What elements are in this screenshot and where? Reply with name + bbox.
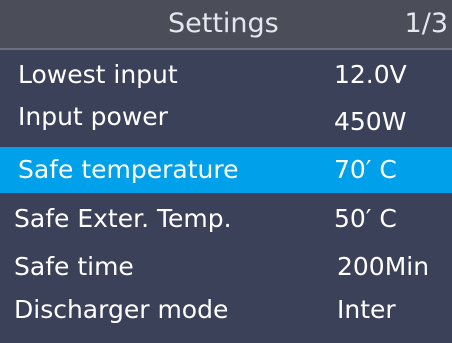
page-indicator: 1/3 (404, 8, 448, 39)
menu-item-safe-exter-temp[interactable]: Safe Exter. Temp. 50′ C (0, 197, 452, 241)
menu-item-label: Input power (18, 102, 168, 131)
menu-item-label: Discharger mode (14, 295, 229, 324)
menu-item-input-power[interactable]: Input power 450W (0, 97, 452, 141)
menu-item-value: 50′ C (334, 204, 397, 233)
menu-item-value: 12.0V (334, 60, 407, 89)
menu-item-safe-time[interactable]: Safe time 200Min (0, 245, 452, 289)
menu-item-label: Lowest input (18, 60, 178, 89)
menu-item-discharger-mode[interactable]: Discharger mode Inter (0, 288, 452, 332)
settings-header: Settings 1/3 (0, 0, 452, 48)
menu-item-safe-temperature[interactable]: Safe temperature 70′ C (0, 147, 452, 193)
menu-item-label: Safe time (14, 252, 134, 281)
header-divider (0, 48, 452, 50)
page-title: Settings (168, 8, 279, 39)
menu-item-value: 70′ C (334, 155, 397, 184)
menu-item-value: 450W (334, 107, 407, 136)
menu-item-label: Safe temperature (18, 155, 239, 184)
menu-item-value: 200Min (337, 252, 430, 281)
menu-item-lowest-input[interactable]: Lowest input 12.0V (0, 53, 452, 97)
device-screen: Settings 1/3 Lowest input 12.0V Input po… (0, 0, 452, 343)
menu-item-label: Safe Exter. Temp. (14, 204, 232, 233)
menu-item-value: Inter (337, 295, 396, 324)
